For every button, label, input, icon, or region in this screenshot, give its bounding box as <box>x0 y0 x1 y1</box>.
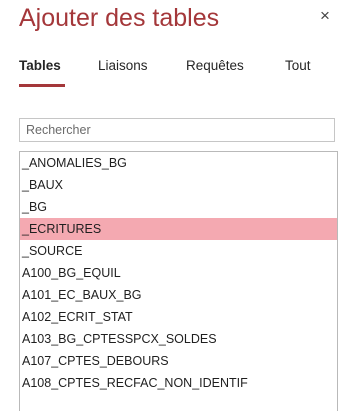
active-tab-indicator <box>19 84 65 87</box>
tab-tables-label: Tables <box>19 58 61 73</box>
tab-liaisons[interactable]: Liaisons <box>98 58 148 88</box>
table-list-item[interactable]: A108_CPTES_RECFAC_NON_IDENTIF <box>20 372 337 394</box>
table-list-item[interactable]: _BG <box>20 196 337 218</box>
tab-requetes[interactable]: Requêtes <box>186 58 244 88</box>
table-list-item[interactable]: A103_BG_CPTESSPCX_SOLDES <box>20 328 337 350</box>
table-list-item[interactable]: _BAUX <box>20 174 337 196</box>
table-list-item[interactable]: _ECRITURES <box>20 218 337 240</box>
table-list-item[interactable]: A100_BG_EQUIL <box>20 262 337 284</box>
table-list-item[interactable]: _ANOMALIES_BG <box>20 152 337 174</box>
table-list-item[interactable]: A102_ECRIT_STAT <box>20 306 337 328</box>
table-list-item[interactable]: A101_EC_BAUX_BG <box>20 284 337 306</box>
search-input[interactable] <box>19 118 335 142</box>
close-icon[interactable]: × <box>313 4 337 28</box>
tab-requetes-label: Requêtes <box>186 58 244 73</box>
add-tables-panel: Ajouter des tables × Tables Liaisons Req… <box>0 0 352 411</box>
panel-title: Ajouter des tables <box>19 4 220 32</box>
tab-tout[interactable]: Tout <box>285 58 311 88</box>
tab-tout-label: Tout <box>285 58 311 73</box>
table-list-item[interactable]: _SOURCE <box>20 240 337 262</box>
tab-bar: Tables Liaisons Requêtes Tout <box>19 58 339 90</box>
table-list[interactable]: _ANOMALIES_BG _BAUX _BG _ECRITURES _SOURCE A1… <box>19 151 338 411</box>
tab-tables[interactable]: Tables <box>19 58 65 88</box>
tab-liaisons-label: Liaisons <box>98 58 148 73</box>
table-list-item[interactable]: A107_CPTES_DEBOURS <box>20 350 337 372</box>
